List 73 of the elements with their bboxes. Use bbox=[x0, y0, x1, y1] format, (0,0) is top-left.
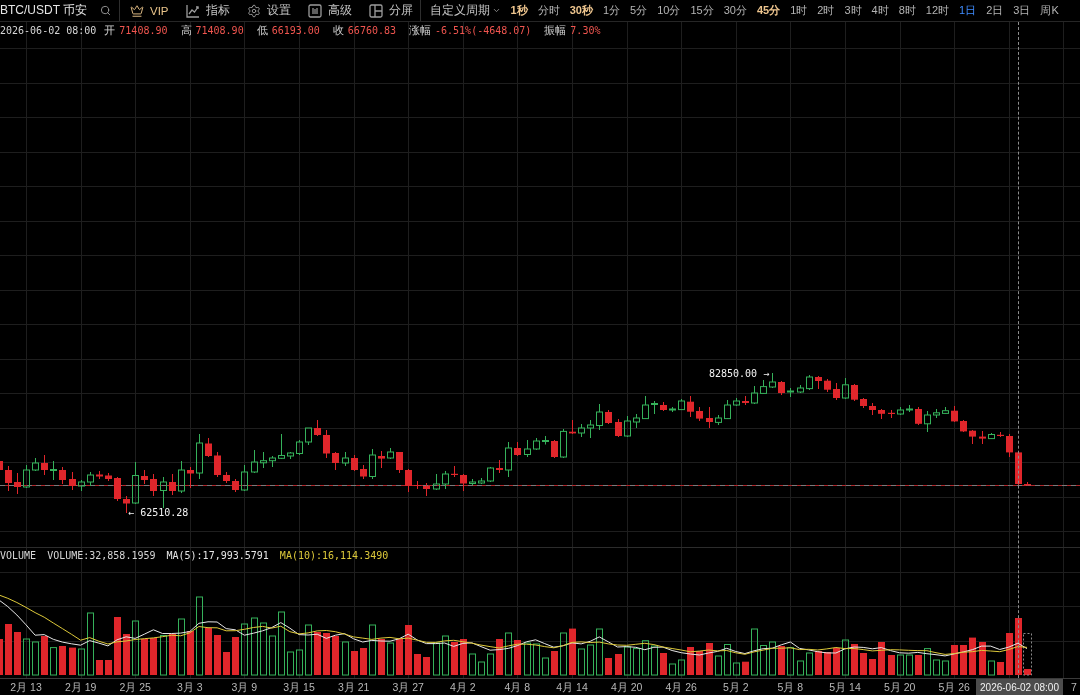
dashed-volume-frame bbox=[1023, 633, 1032, 676]
date-label: 7 bbox=[1071, 681, 1077, 693]
date-label: 3月 9 bbox=[231, 681, 258, 693]
period-tab[interactable]: 分时 bbox=[537, 3, 560, 18]
field-value: 71408.90 bbox=[195, 24, 244, 36]
period-tab[interactable]: 8时 bbox=[898, 3, 916, 18]
date-label: 5月 8 bbox=[777, 681, 804, 693]
period-tab[interactable]: 1秒 bbox=[510, 3, 528, 18]
period-tab[interactable]: 5分 bbox=[630, 3, 648, 18]
advanced-button[interactable]: 高级 bbox=[307, 3, 352, 18]
period-tab[interactable]: 2时 bbox=[817, 3, 835, 18]
chevron-down-icon bbox=[491, 6, 501, 15]
field-label: 高 bbox=[180, 22, 192, 38]
crown-icon bbox=[130, 3, 144, 18]
window-icon bbox=[307, 3, 322, 18]
period-tab[interactable]: 3时 bbox=[844, 3, 862, 18]
date-label: 5月 14 bbox=[829, 681, 861, 693]
field-value: 71408.90 bbox=[119, 24, 168, 36]
field-value: -6.51%(-4648.07) bbox=[435, 24, 532, 36]
low-price-label: ← 62510.28 bbox=[128, 507, 189, 518]
date-label: 5月 26 bbox=[938, 681, 970, 693]
date-label: 2月 19 bbox=[64, 681, 97, 693]
date-label: 4月 2 bbox=[450, 681, 476, 693]
indicator-value: VOLUME:32,858.1959 bbox=[47, 549, 156, 561]
crosshair-date-label: 2026-06-02 08:00 bbox=[976, 679, 1063, 695]
symbol-title: BTC/USDT 币安 bbox=[0, 2, 88, 19]
indicators-button[interactable]: 指标 bbox=[185, 3, 230, 18]
date-label: 3月 27 bbox=[392, 681, 424, 693]
period-tab[interactable]: 周K bbox=[1040, 3, 1059, 18]
date-label: 3月 3 bbox=[177, 681, 203, 693]
field-label: 开 bbox=[104, 22, 116, 38]
period-tab[interactable]: 3日 bbox=[1013, 3, 1031, 18]
date-label: 4月 20 bbox=[610, 681, 643, 693]
custom-period-dropdown[interactable]: 自定义周期 bbox=[429, 3, 501, 18]
period-tab[interactable]: 45分 bbox=[756, 3, 781, 18]
settings-button[interactable]: 设置 bbox=[246, 3, 291, 18]
field-label: 振幅 bbox=[544, 22, 567, 38]
volume-title: VOLUME bbox=[0, 549, 37, 561]
line-chart-icon bbox=[185, 3, 200, 18]
field-label: 低 bbox=[256, 22, 268, 38]
settings-icon bbox=[246, 3, 261, 18]
date-label: 4月 8 bbox=[504, 681, 531, 693]
date-label: 5月 20 bbox=[883, 681, 916, 693]
search-icon[interactable] bbox=[100, 5, 111, 16]
period-tab[interactable]: 1分 bbox=[602, 3, 621, 18]
date-label: 4月 14 bbox=[556, 681, 588, 693]
period-tab[interactable]: 1时 bbox=[790, 3, 808, 18]
field-value: 66193.00 bbox=[271, 24, 320, 36]
high-price-label: 82850.00 → bbox=[709, 367, 770, 379]
split-screen-button[interactable]: 分屏 bbox=[368, 3, 413, 18]
period-tab[interactable]: 12时 bbox=[925, 3, 950, 18]
date-label: 3月 15 bbox=[283, 681, 315, 693]
period-tab[interactable]: 15分 bbox=[690, 3, 714, 18]
period-tab[interactable]: 30秒 bbox=[569, 3, 593, 18]
indicator-value: MA(5):17,993.5791 bbox=[166, 549, 269, 561]
date-label: 2月 13 bbox=[10, 681, 42, 693]
field-label: 涨幅 bbox=[409, 22, 431, 38]
candle-time: 2026-06-02 08:00 bbox=[0, 24, 97, 36]
date-label: 2月 25 bbox=[119, 681, 151, 693]
field-value: 7.30% bbox=[570, 24, 601, 36]
date-label: 4月 26 bbox=[665, 681, 697, 693]
indicator-value: MA(10):16,114.3490 bbox=[279, 549, 389, 561]
period-tab[interactable]: 2日 bbox=[986, 3, 1004, 18]
date-label: 5月 2 bbox=[723, 681, 749, 693]
field-label: 收 bbox=[332, 22, 344, 38]
period-tab[interactable]: 4时 bbox=[871, 3, 889, 18]
period-tab[interactable]: 30分 bbox=[723, 3, 747, 18]
period-tab[interactable]: 1日 bbox=[959, 3, 977, 18]
date-label: 3月 21 bbox=[337, 681, 370, 693]
period-tab[interactable]: 10分 bbox=[657, 3, 681, 18]
field-value: 66760.83 bbox=[347, 24, 396, 36]
split-panel-icon bbox=[368, 3, 383, 18]
vip-button[interactable]: VIP bbox=[130, 3, 169, 18]
